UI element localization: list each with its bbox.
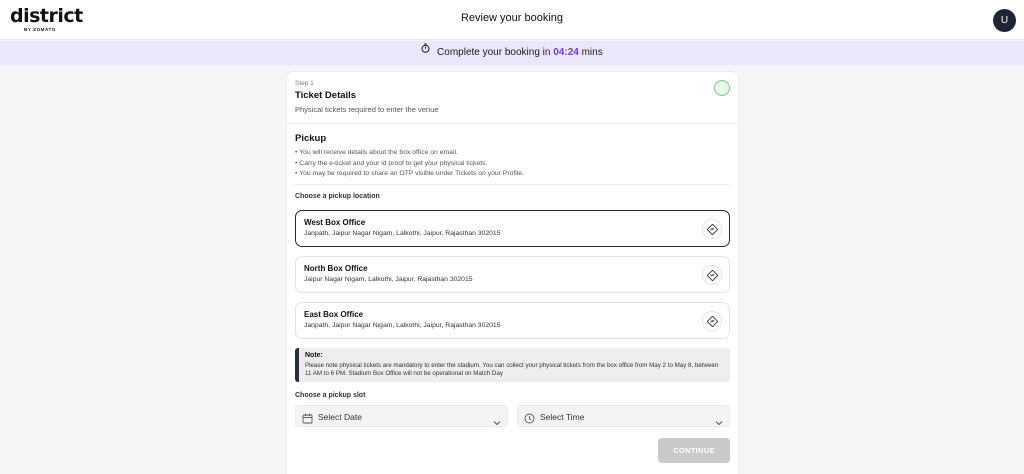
timer-suffix: mins (581, 47, 603, 58)
instruction-item: You may be required to share an OTP visi… (295, 169, 725, 180)
divider (287, 123, 738, 124)
instruction-item: You will receive details about the box o… (295, 148, 725, 159)
step-label: Step 1 (295, 80, 314, 87)
location-address: Janpath, Jaipur Nagar Nigam, Lalkothi, J… (304, 322, 501, 329)
step-status-circle-icon (714, 80, 730, 96)
location-address: Jaipur Nagar Nigam, Lalkothi, Jaipur, Ra… (304, 276, 473, 283)
select-date-label: Select Date (318, 412, 362, 422)
clock-icon (524, 411, 535, 429)
chevron-down-icon (715, 413, 723, 431)
location-option-north[interactable]: North Box Office Jaipur Nagar Nigam, Lal… (295, 256, 730, 293)
calendar-icon (302, 411, 313, 429)
section-subtitle: Physical tickets required to enter the v… (295, 105, 439, 114)
location-option-west[interactable]: West Box Office Janpath, Jaipur Nagar Ni… (295, 210, 730, 247)
chevron-down-icon (493, 413, 501, 431)
note-title: Note: (305, 352, 323, 359)
pickup-heading: Pickup (295, 133, 327, 144)
location-address: Janpath, Jaipur Nagar Nigam, Lalkothi, J… (304, 230, 501, 237)
pickup-instructions: You will receive details about the box o… (295, 148, 725, 180)
choose-slot-label: Choose a pickup slot (295, 392, 366, 399)
booking-timer-banner: Complete your booking in 04:24 mins (0, 41, 1024, 65)
section-title: Ticket Details (295, 90, 357, 101)
user-avatar[interactable]: U (993, 9, 1016, 32)
location-name: North Box Office (304, 264, 368, 273)
location-name: East Box Office (304, 310, 364, 319)
directions-button[interactable] (702, 219, 722, 239)
timer-countdown: 04:24 (553, 47, 579, 58)
continue-button[interactable]: CONTINUE (658, 438, 730, 463)
location-name: West Box Office (304, 218, 366, 227)
pickup-note: Note: Please note physical tickets are m… (295, 348, 730, 382)
select-date-dropdown[interactable]: Select Date (295, 405, 508, 427)
stopwatch-icon (421, 39, 430, 63)
logo-subtext: BY ZOMATO (24, 27, 56, 32)
directions-button[interactable] (702, 265, 722, 285)
select-time-dropdown[interactable]: Select Time (517, 405, 730, 427)
directions-button[interactable] (702, 311, 722, 331)
timer-prefix: Complete your booking in (437, 47, 551, 58)
location-option-east[interactable]: East Box Office Janpath, Jaipur Nagar Ni… (295, 302, 730, 339)
ticket-details-card: Step 1 Ticket Details Physical tickets r… (287, 72, 738, 474)
divider (295, 184, 730, 185)
page-title: Review your booking (460, 12, 564, 24)
instruction-item: Carry the e-ticket and your id proof to … (295, 159, 725, 170)
select-time-label: Select Time (540, 412, 585, 422)
note-text: Please note physical tickets are mandato… (305, 362, 719, 377)
top-bar: district BY ZOMATO Review your booking U (0, 0, 1024, 40)
choose-location-label: Choose a pickup location (295, 193, 380, 200)
